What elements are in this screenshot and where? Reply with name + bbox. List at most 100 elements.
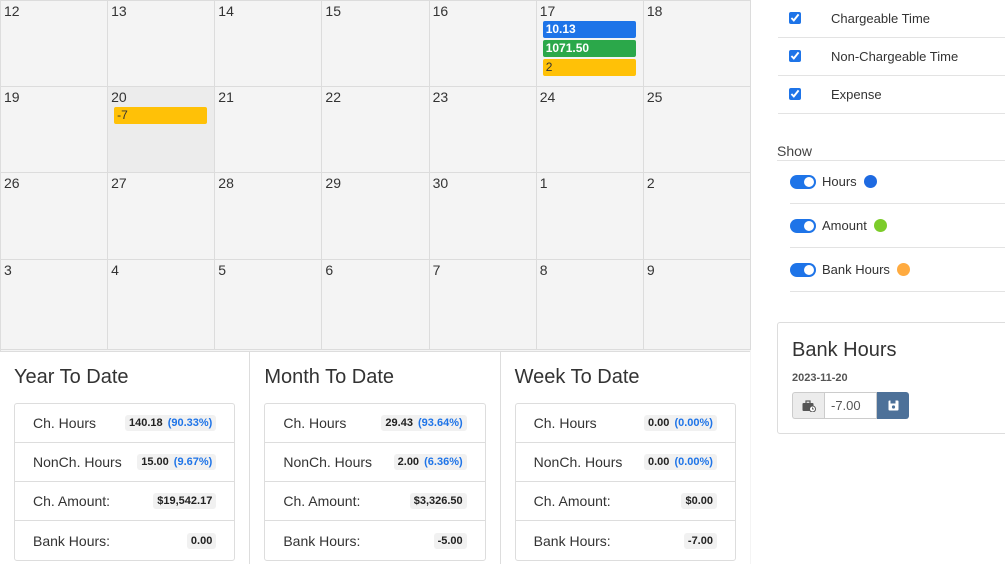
calendar-day-cell[interactable]: 17 10.13 1071.50 2 [536,0,644,87]
calendar-event[interactable]: -7 [114,107,208,124]
show-title: Show [777,143,813,159]
stat-value-badge: $0.00 [681,493,717,509]
calendar-day-cell[interactable]: 3 [1,260,109,350]
calendar-event[interactable]: 2 [542,59,636,76]
filter-checkbox[interactable] [789,88,801,100]
toggle-switch[interactable] [790,262,816,277]
legend-dot [873,219,887,232]
day-number: 6 [325,262,334,278]
calendar-day-cell[interactable]: 4 [108,260,216,350]
stat-percent: (0.00%) [674,417,713,429]
calendar-event[interactable]: 1071.50 [542,40,636,57]
calendar-day-cell[interactable]: 2 [643,173,751,260]
calendar-day-cell[interactable]: 9 [643,260,751,350]
bank-hours-card: Bank Hours 2023-11-20 [777,322,1005,434]
calendar-grid: 12 13 14 15 16 17 10.13 1071.50 2 18 19 20 -7 21 22 23 2… [1,0,751,351]
stat-row: Bank Hours: -7.00 [516,521,735,560]
calendar-day-cell[interactable]: 15 [322,0,430,87]
calendar-day-cell[interactable]: 27 [108,173,216,260]
toggle-row: Amount [790,204,1005,248]
toggle-row: Hours [790,160,1005,204]
toggle-switch[interactable] [790,218,816,233]
stat-percent: (9.67%) [173,456,213,468]
stat-label: Bank Hours: [33,532,111,549]
day-number: 16 [432,3,449,19]
stat-label: Ch. Hours [533,415,597,431]
stat-value-badge: 0.00 [186,532,217,549]
stat-row: Ch. Amount: $3,326.50 [265,482,485,521]
calendar-day-cell[interactable]: 12 [1,0,109,87]
calendar-day-cell[interactable]: 8 [536,260,644,350]
calendar-day-cell[interactable]: 24 [536,87,644,173]
calendar-event[interactable]: 10.13 [542,21,636,38]
calendar-day-cell[interactable]: 21 [215,87,323,173]
filter-checkbox[interactable] [789,12,801,24]
calendar-day-cell[interactable]: 5 [215,260,323,350]
stat-value: 0.00 [190,534,213,547]
stat-value-badge: 15.00 (9.67%) [137,454,217,470]
day-number: 28 [218,175,234,191]
day-number: 18 [646,3,663,19]
calendar: 12 13 14 15 16 17 10.13 1071.50 2 18 19 20 -7 21 22 23 2… [0,0,751,351]
calendar-day-cell[interactable]: 28 [215,173,323,260]
day-number: 8 [539,262,548,278]
toggle-label: Amount [822,218,867,233]
stat-label: NonCh. Hours [283,454,373,470]
stat-list: Ch. Hours 29.43 (93.64%) NonCh. Hours 2.00 … [264,403,486,561]
calendar-day-cell[interactable]: 23 [429,87,537,173]
toggle-row: Bank Hours [790,248,1005,292]
calendar-day-cell[interactable]: 16 [429,0,537,87]
stat-list: Ch. Hours 140.18 (90.33%) NonCh. Hours 15.0… [14,403,236,561]
save-button[interactable] [877,392,909,419]
bank-hours-date: 2023-11-20 [792,372,848,384]
bank-hours-input-group [792,392,1002,419]
filter-row: Non-Chargeable Time [778,38,1005,76]
calendar-day-cell[interactable]: 29 [322,173,430,260]
stat-label: Ch. Amount: [283,493,361,509]
stat-label: Ch. Hours [283,415,347,431]
calendar-day-cell[interactable]: 25 [643,87,751,173]
calendar-day-cell[interactable]: 1 [536,173,644,260]
calendar-day-cell[interactable]: 7 [429,260,537,350]
day-number: 13 [111,3,127,19]
summary-title: Year To Date [14,366,129,388]
stat-value-badge: 0.00 (0.00%) [643,454,717,470]
filter-list: Chargeable Time Non-Chargeable Time Expens… [751,0,1005,114]
calendar-day-cell[interactable]: 20 -7 [108,87,216,173]
stat-label: Ch. Hours [33,415,97,431]
calendar-day-cell[interactable]: 19 [1,87,109,173]
stat-percent: (0.00%) [674,456,713,468]
stat-row: Ch. Amount: $0.00 [515,482,735,521]
save-icon [888,400,898,411]
summary-title: Month To Date [264,366,395,388]
filter-checkbox[interactable] [789,50,801,62]
stat-row: Ch. Hours 0.00 (0.00%) [515,404,735,443]
stat-value: 0.00 [647,417,670,429]
calendar-day-cell[interactable]: 18 [643,0,751,87]
stat-value: -7.00 [687,534,713,547]
stat-value: 2.00 [397,456,420,468]
toggle-switch[interactable] [790,174,816,189]
day-number: 23 [432,89,449,105]
stat-value-badge: 29.43 (93.64%) [381,415,467,431]
day-number: 3 [4,262,12,278]
stat-value: 140.18 [128,417,163,429]
day-number: 2 [646,175,655,191]
stat-row: NonCh. Hours 2.00 (6.36%) [265,443,485,482]
calendar-day-cell[interactable]: 6 [322,260,430,350]
calendar-day-cell[interactable]: 22 [322,87,430,173]
legend-dot [863,175,877,188]
calendar-day-cell[interactable]: 30 [429,173,537,260]
stat-value: 15.00 [141,456,169,468]
stat-percent: (93.64%) [418,417,463,429]
bank-hours-input[interactable] [824,392,877,419]
stat-row: NonCh. Hours 0.00 (0.00%) [515,443,735,482]
calendar-day-cell[interactable]: 14 [215,0,323,87]
stat-row: Ch. Amount: $19,542.17 [15,482,235,521]
briefcase-clock-icon [792,392,824,419]
stat-value-badge: -5.00 [433,532,467,549]
summary-title: Week To Date [514,366,640,388]
calendar-day-cell[interactable]: 26 [1,173,109,260]
calendar-day-cell[interactable]: 13 [108,0,216,87]
stat-value: 0.00 [647,456,670,468]
